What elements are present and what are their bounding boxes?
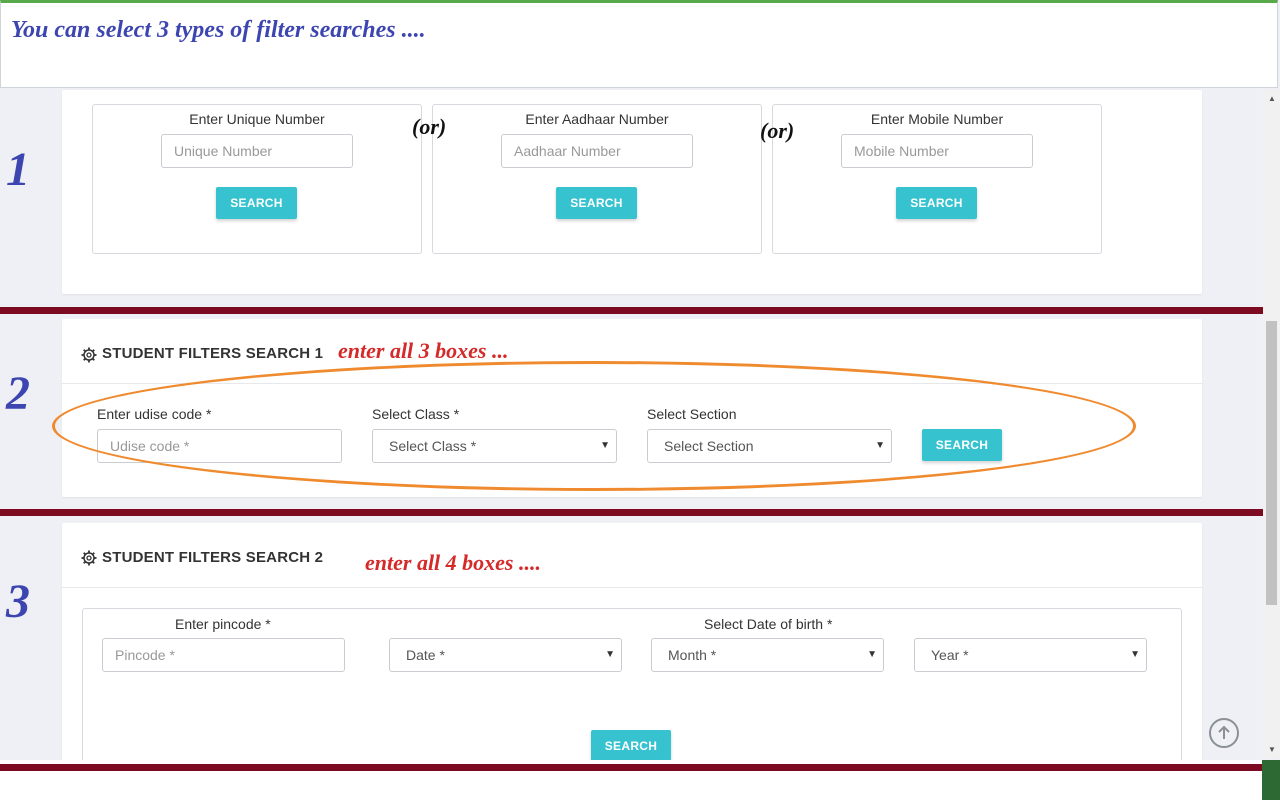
bottom-divider xyxy=(0,764,1280,771)
section-divider-2 xyxy=(0,509,1278,516)
section-divider-1 xyxy=(0,307,1278,314)
chevron-down-icon: ▼ xyxy=(1130,649,1140,660)
step-number-2: 2 xyxy=(6,367,30,420)
pincode-label: Enter pincode * xyxy=(175,616,271,632)
gear-icon xyxy=(81,347,97,363)
udise-code-label: Enter udise code * xyxy=(97,406,212,422)
aadhaar-number-input[interactable]: Aadhaar Number xyxy=(501,134,693,168)
pincode-input[interactable]: Pincode * xyxy=(102,638,345,672)
quick-search-card: Enter Unique Number Unique Number SEARCH… xyxy=(62,90,1202,294)
scrollbar-thumb[interactable] xyxy=(1266,321,1277,605)
year-dropdown[interactable]: Year * ▼ xyxy=(914,638,1147,672)
unique-number-label: Enter Unique Number xyxy=(189,111,325,127)
step-number-3: 3 xyxy=(6,575,30,628)
aadhaar-search-button[interactable]: SEARCH xyxy=(556,187,637,219)
unique-number-input[interactable]: Unique Number xyxy=(161,134,353,168)
select-section-value: Select Section xyxy=(664,438,754,454)
arrow-up-icon xyxy=(1218,725,1230,739)
filter-search-1-card: STUDENT FILTERS SEARCH 1 Enter udise cod… xyxy=(62,319,1202,497)
select-class-value: Select Class * xyxy=(389,438,477,454)
or-annotation-1: (or) xyxy=(412,114,447,139)
or-annotation-2: (or) xyxy=(760,118,795,143)
scroll-down-arrow[interactable]: ▼ xyxy=(1264,745,1280,754)
chevron-down-icon: ▼ xyxy=(600,440,610,451)
filter-2-inner-box: Enter pincode * Pincode * Select Date of… xyxy=(82,608,1182,768)
select-class-label: Select Class * xyxy=(372,406,460,422)
chevron-down-icon: ▼ xyxy=(605,649,615,660)
mobile-number-box: Enter Mobile Number Mobile Number SEARCH xyxy=(772,104,1102,254)
filter-2-search-button[interactable]: SEARCH xyxy=(591,730,671,762)
back-to-top-button[interactable] xyxy=(1209,718,1239,748)
scroll-up-arrow[interactable]: ▲ xyxy=(1264,94,1280,103)
bottom-corner xyxy=(1262,760,1280,800)
dob-label: Select Date of birth * xyxy=(704,616,833,632)
unique-number-box: Enter Unique Number Unique Number SEARCH xyxy=(92,104,422,254)
aadhaar-number-box: Enter Aadhaar Number Aadhaar Number SEAR… xyxy=(432,104,762,254)
mobile-search-button[interactable]: SEARCH xyxy=(896,187,977,219)
udise-code-input[interactable]: Udise code * xyxy=(97,429,342,463)
mobile-number-input[interactable]: Mobile Number xyxy=(841,134,1033,168)
banner-text: You can select 3 types of filter searche… xyxy=(11,17,426,43)
month-value: Month * xyxy=(668,647,717,663)
select-class-dropdown[interactable]: Select Class * ▼ xyxy=(372,429,617,463)
top-banner: You can select 3 types of filter searche… xyxy=(0,0,1278,88)
month-dropdown[interactable]: Month * ▼ xyxy=(651,638,884,672)
year-value: Year * xyxy=(931,647,969,663)
select-section-dropdown[interactable]: Select Section ▼ xyxy=(647,429,892,463)
unique-search-button[interactable]: SEARCH xyxy=(216,187,297,219)
step-number-1: 1 xyxy=(6,143,30,196)
filter-2-note: enter all 4 boxes .... xyxy=(365,550,541,575)
aadhaar-number-label: Enter Aadhaar Number xyxy=(525,111,669,127)
header-separator xyxy=(62,383,1202,384)
select-section-label: Select Section xyxy=(647,406,737,422)
filter-search-2-card: STUDENT FILTERS SEARCH 2 Enter pincode *… xyxy=(62,523,1202,768)
gear-icon xyxy=(81,550,97,566)
header-separator xyxy=(62,587,1202,588)
filter-1-search-button[interactable]: SEARCH xyxy=(922,429,1002,461)
chevron-down-icon: ▼ xyxy=(875,440,885,451)
mobile-number-label: Enter Mobile Number xyxy=(870,111,1004,127)
filter-1-note: enter all 3 boxes ... xyxy=(338,338,509,363)
filter-search-2-title: STUDENT FILTERS SEARCH 2 xyxy=(102,549,324,566)
date-value: Date * xyxy=(406,647,445,663)
date-dropdown[interactable]: Date * ▼ xyxy=(389,638,622,672)
chevron-down-icon: ▼ xyxy=(867,649,877,660)
filter-search-1-title: STUDENT FILTERS SEARCH 1 xyxy=(102,345,324,362)
